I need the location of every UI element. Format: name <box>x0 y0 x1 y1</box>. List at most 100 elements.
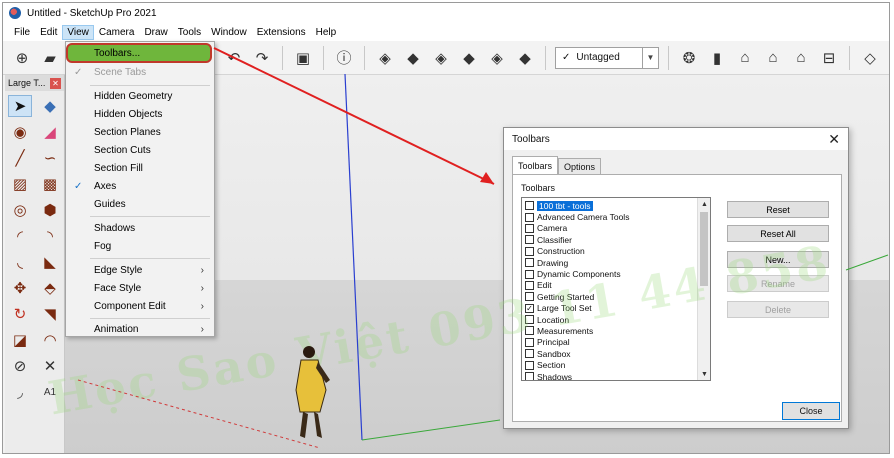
door-icon[interactable]: ▮ <box>706 47 728 69</box>
two-point-arc-icon[interactable]: ◝ <box>38 225 62 247</box>
menu-item-section-cuts[interactable]: Section Cuts <box>66 142 214 159</box>
checkbox[interactable] <box>525 201 534 211</box>
make-component-icon[interactable]: ◆ <box>38 95 62 117</box>
left-view-icon[interactable]: ◆ <box>514 47 536 69</box>
tab-options[interactable]: Options <box>558 158 602 174</box>
menu-tools[interactable]: Tools <box>173 25 206 40</box>
new-toolbar-button[interactable]: New... <box>727 251 829 268</box>
toolbar-list-item[interactable]: Camera <box>522 223 698 234</box>
scroll-thumb[interactable] <box>700 212 708 286</box>
checkbox[interactable] <box>525 372 534 380</box>
menu-item-toolbars[interactable]: Toolbars... <box>66 43 212 63</box>
dimension-icon[interactable]: ✕ <box>38 355 62 377</box>
menu-item-shadows[interactable]: Shadows <box>66 220 214 237</box>
three-point-arc-icon[interactable]: ◟ <box>8 251 32 273</box>
reset-button[interactable]: Reset <box>727 201 829 218</box>
checkbox[interactable] <box>525 258 534 268</box>
offset-icon[interactable]: ◠ <box>38 329 62 351</box>
menu-item-animation[interactable]: Animation › <box>66 321 214 338</box>
paint-bucket-icon[interactable]: ◉ <box>8 121 32 143</box>
dialog-close-button[interactable]: Close <box>782 402 840 420</box>
tab-toolbars[interactable]: Toolbars <box>512 156 559 174</box>
menu-item-edge-style[interactable]: Edge Style › <box>66 262 214 279</box>
move-icon[interactable]: ✥ <box>8 277 32 299</box>
print-icon[interactable]: ▣ <box>292 47 314 69</box>
rotate-icon[interactable]: ↻ <box>8 303 32 325</box>
redo-icon[interactable]: ↷ <box>251 47 273 69</box>
eraser-icon[interactable]: ▰ <box>39 47 61 69</box>
checkbox[interactable] <box>525 212 534 222</box>
menu-draw[interactable]: Draw <box>139 25 172 40</box>
scroll-down-icon[interactable]: ▼ <box>698 368 710 380</box>
gem-icon[interactable]: ◇ <box>859 47 881 69</box>
toolbar-list-item[interactable]: Principal <box>522 337 698 348</box>
toolbar-list-item[interactable]: Construction <box>522 246 698 257</box>
select-target-icon[interactable]: ⊕ <box>11 47 33 69</box>
scroll-up-icon[interactable]: ▲ <box>698 198 710 210</box>
top-view-icon[interactable]: ◆ <box>402 47 424 69</box>
toolbar-list-item[interactable]: Section <box>522 359 698 370</box>
rectangle-icon[interactable]: ▨ <box>8 173 32 195</box>
checkbox[interactable] <box>525 337 534 347</box>
garage-icon[interactable]: ⊟ <box>818 47 840 69</box>
checkbox[interactable] <box>525 349 534 359</box>
text-label-icon[interactable]: A1 <box>38 381 62 403</box>
circle-icon[interactable]: ◎ <box>8 199 32 221</box>
toolbar-list-item[interactable]: Location <box>522 314 698 325</box>
tag-select[interactable]: ✓ Untagged ▼ <box>555 46 659 69</box>
toolbar-list-item[interactable]: Shadows <box>522 371 698 380</box>
menu-window[interactable]: Window <box>206 25 252 40</box>
arc-icon[interactable]: ◜ <box>8 225 32 247</box>
menu-item-hidden-geometry[interactable]: Hidden Geometry <box>66 88 214 105</box>
house-alt-icon[interactable]: ⌂ <box>762 47 784 69</box>
menu-item-component-edit[interactable]: Component Edit › <box>66 298 214 315</box>
undo-icon[interactable]: ↶ <box>223 47 245 69</box>
back-view-icon[interactable]: ◈ <box>486 47 508 69</box>
menu-camera[interactable]: Camera <box>94 25 140 40</box>
checkbox[interactable] <box>525 280 534 290</box>
front-view-icon[interactable]: ◈ <box>430 47 452 69</box>
toolbar-list-item[interactable]: Advanced Camera Tools <box>522 211 698 222</box>
menu-edit[interactable]: Edit <box>35 25 62 40</box>
select-arrow-icon[interactable]: ➤ <box>8 95 32 117</box>
toolbar-list-item[interactable]: Sandbox <box>522 348 698 359</box>
toolbar-list-item[interactable]: 100 tbt - tools <box>522 200 698 211</box>
polygon-icon[interactable]: ⬢ <box>38 199 62 221</box>
menu-extensions[interactable]: Extensions <box>252 25 311 40</box>
iso-view-icon[interactable]: ◈ <box>374 47 396 69</box>
tape-measure-icon[interactable]: ⊘ <box>8 355 32 377</box>
menu-item-face-style[interactable]: Face Style › <box>66 280 214 297</box>
line-icon[interactable]: ╱ <box>8 147 32 169</box>
checkbox[interactable] <box>525 223 534 233</box>
toolbars-list[interactable]: 100 tbt - tools Advanced Camera Tools Came… <box>521 197 711 381</box>
right-view-icon[interactable]: ◆ <box>458 47 480 69</box>
menu-item-section-planes[interactable]: Section Planes <box>66 124 214 141</box>
menu-item-axes[interactable]: ✓ Axes <box>66 178 214 195</box>
scale-icon[interactable]: ◪ <box>8 329 32 351</box>
rotated-rectangle-icon[interactable]: ▩ <box>38 173 62 195</box>
close-icon[interactable]: ✕ <box>828 131 840 148</box>
pie-icon[interactable]: ◣ <box>38 251 62 273</box>
checkbox[interactable] <box>525 246 534 256</box>
model-info-icon[interactable]: ⓘ <box>333 47 355 69</box>
home-outline-icon[interactable]: ⌂ <box>790 47 812 69</box>
menu-file[interactable]: File <box>9 25 35 40</box>
checkbox[interactable] <box>525 360 534 370</box>
toolbar-list-item[interactable]: Edit <box>522 280 698 291</box>
reset-all-button[interactable]: Reset All <box>727 225 829 242</box>
toolbar-list-item[interactable]: Getting Started <box>522 291 698 302</box>
checkbox[interactable] <box>525 315 534 325</box>
eraser-tool-icon[interactable]: ◢ <box>38 121 62 143</box>
rename-button[interactable]: Rename <box>727 275 829 292</box>
close-icon[interactable]: ✕ <box>50 77 61 89</box>
toolbar-list-item[interactable]: Classifier <box>522 234 698 245</box>
checkbox[interactable] <box>525 269 534 279</box>
checkbox[interactable] <box>525 292 534 302</box>
menu-item-section-fill[interactable]: Section Fill <box>66 160 214 177</box>
menu-item-hidden-objects[interactable]: Hidden Objects <box>66 106 214 123</box>
toolbar-list-item[interactable]: Drawing <box>522 257 698 268</box>
house-icon[interactable]: ⌂ <box>734 47 756 69</box>
warehouse-icon[interactable]: ❂ <box>678 47 700 69</box>
protractor-icon[interactable]: ◞ <box>8 381 32 403</box>
push-pull-icon[interactable]: ⬘ <box>38 277 62 299</box>
